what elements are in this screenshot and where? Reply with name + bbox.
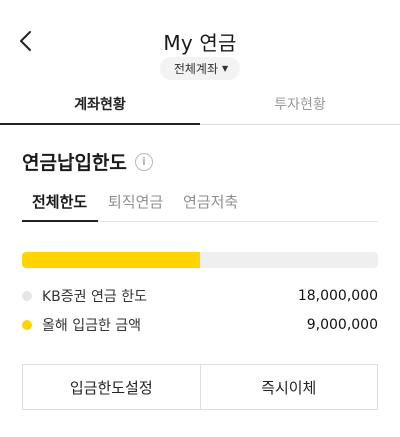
- active-subtab-indicator: [22, 220, 98, 222]
- subtab-retirement-pension[interactable]: 퇴직연금: [108, 190, 163, 220]
- limit-subtabs: 전체한도 퇴직연금 연금저축: [22, 190, 378, 224]
- legend-label: 올해 입금한 금액: [42, 318, 142, 334]
- tab-investment-status[interactable]: 투자현황: [200, 90, 400, 124]
- legend-dot: [22, 320, 32, 330]
- active-tab-indicator: [0, 123, 200, 125]
- caret-down-icon: ▼: [222, 64, 229, 73]
- set-deposit-limit-button[interactable]: 입금한도설정: [23, 365, 200, 409]
- action-buttons: 입금한도설정 즉시이체: [22, 364, 378, 410]
- instant-transfer-button[interactable]: 즉시이체: [199, 365, 377, 409]
- limit-progress-bar: [22, 252, 378, 268]
- section-title-text: 연금납입한도: [22, 152, 127, 174]
- legend-value: 9,000,000: [306, 317, 378, 333]
- legend-row-limit: KB증권 연금 한도 18,000,000: [22, 286, 378, 306]
- subtab-pension-savings[interactable]: 연금저축: [183, 190, 238, 220]
- main-tabs: 계좌현황 투자현황: [0, 90, 400, 126]
- legend-dot: [22, 291, 32, 301]
- page-title: My 연금: [163, 31, 237, 55]
- legend-value: 18,000,000: [297, 288, 378, 304]
- subtab-label: 전체한도: [32, 193, 88, 211]
- legend-label: KB증권 연금 한도: [42, 289, 147, 305]
- account-selector-dropdown[interactable]: 전체계좌 ▼: [159, 57, 241, 80]
- subtab-total-limit[interactable]: 전체한도: [32, 190, 87, 220]
- section-title: 연금납입한도 i: [22, 148, 153, 175]
- tab-label: 투자현황: [274, 97, 326, 113]
- header: My 연금 전체계좌 ▼: [0, 0, 400, 90]
- subtab-label: 연금저축: [183, 193, 239, 211]
- tab-label: 계좌현황: [74, 97, 126, 113]
- legend-row-deposited: 올해 입금한 금액 9,000,000: [22, 315, 378, 335]
- limit-progress-fill: [22, 252, 200, 268]
- account-selector-label: 전체계좌: [173, 62, 219, 76]
- info-icon[interactable]: i: [134, 152, 153, 171]
- subtab-label: 퇴직연금: [108, 193, 164, 211]
- tab-account-status[interactable]: 계좌현황: [0, 90, 200, 124]
